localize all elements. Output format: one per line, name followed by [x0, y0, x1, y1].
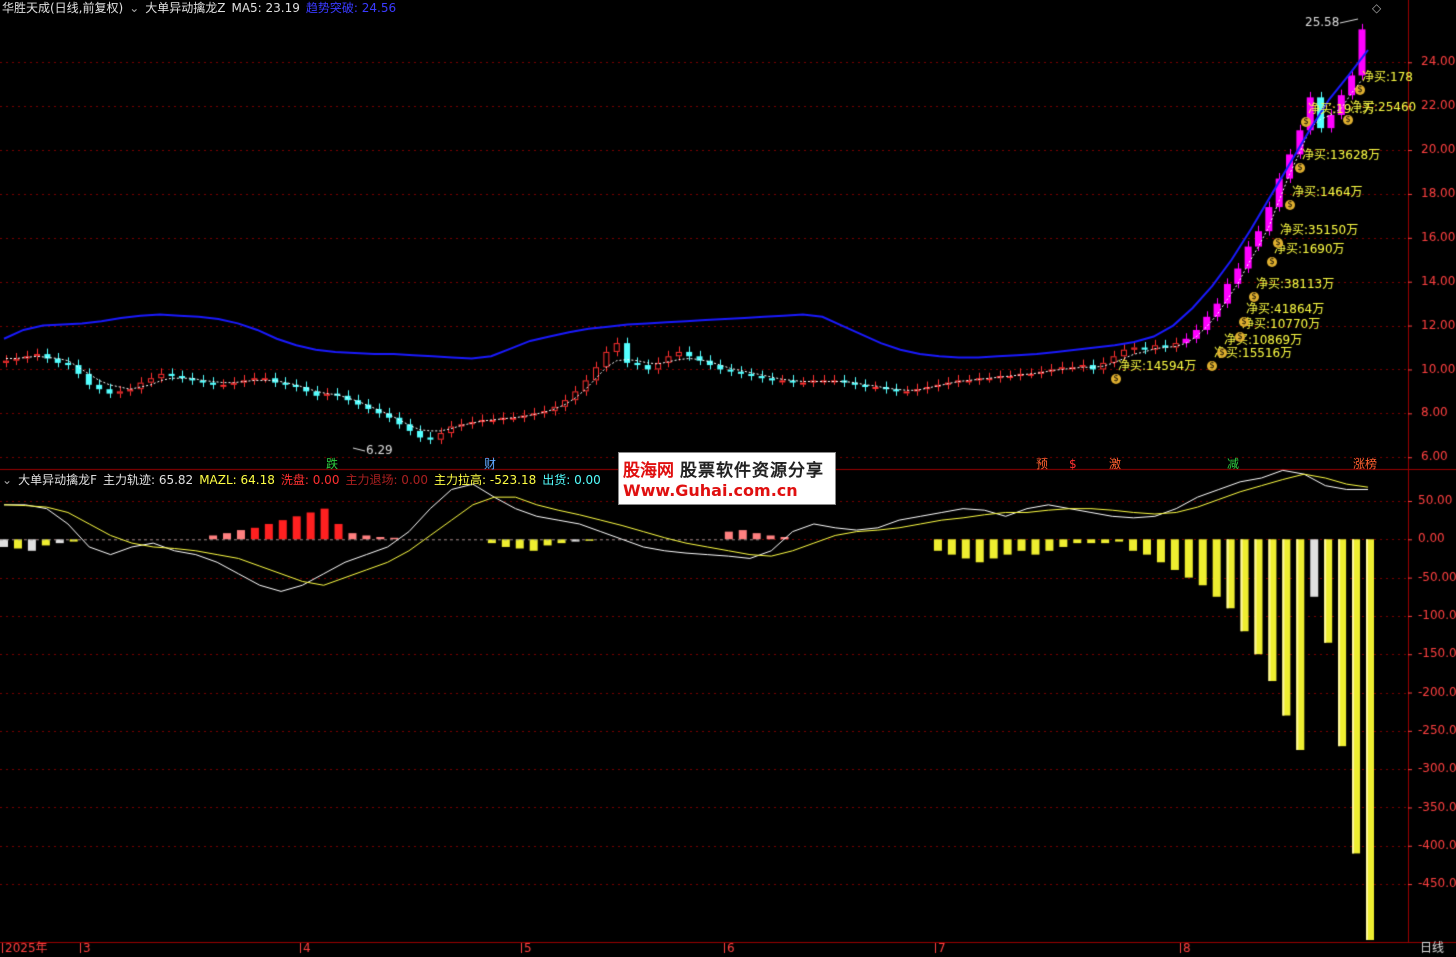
sub-indicator-dropdown-icon[interactable]: ⌄	[2, 473, 12, 487]
exit-value: 主力退场: 0.00	[345, 473, 429, 487]
trend-breakout-value: 趋势突破: 24.56	[305, 1, 397, 15]
event-badge-limit-up-list[interactable]: 涨榜	[1352, 457, 1378, 471]
sub-indicator-name[interactable]: 大单异动擒龙F	[18, 473, 97, 487]
watermark-slogan: 股票软件资源分享	[680, 461, 824, 481]
indicator-dropdown-icon[interactable]: ⌄	[129, 1, 139, 15]
event-badge-reduce[interactable]: 减	[1226, 457, 1240, 471]
main-track-value: 主力轨迹: 65.82	[102, 473, 194, 487]
event-badge-finance[interactable]: 财	[483, 457, 497, 471]
mazl-value: MAZL: 64.18	[199, 473, 275, 487]
ma5-value: MA5: 23.19	[231, 1, 300, 15]
event-badge-dollar[interactable]: $	[1068, 457, 1078, 471]
sub-header: ⌄ 大单异动擒龙F 主力轨迹: 65.82 MAZL: 64.18 洗盘: 0.00 主力…	[2, 472, 607, 488]
event-badge-fall[interactable]: 跌	[325, 457, 339, 471]
wash-value: 洗盘: 0.00	[280, 473, 340, 487]
watermark-brand: 股海网	[623, 461, 674, 481]
watermark-url: Www.Guhai.com.cn	[623, 481, 798, 500]
guhai-watermark-logo: 股海网 股票软件资源分享 Www.Guhai.com.cn	[618, 452, 836, 505]
event-badge-incentive[interactable]: 激	[1108, 457, 1122, 471]
event-badge-forecast[interactable]: 预	[1035, 457, 1049, 471]
stock-title[interactable]: 华胜天成(日线,前复权)	[2, 1, 123, 15]
pane-settings-icon[interactable]: ◇	[1372, 0, 1381, 16]
main-header: 华胜天成(日线,前复权) ⌄ 大单异动擒龙Z MA5: 23.19 趋势突破: 24.5…	[2, 0, 402, 16]
main-indicator-name[interactable]: 大单异动擒龙Z	[145, 1, 225, 15]
pull-value: 主力拉高: -523.18	[434, 473, 537, 487]
ship-value: 出货: 0.00	[542, 473, 601, 487]
